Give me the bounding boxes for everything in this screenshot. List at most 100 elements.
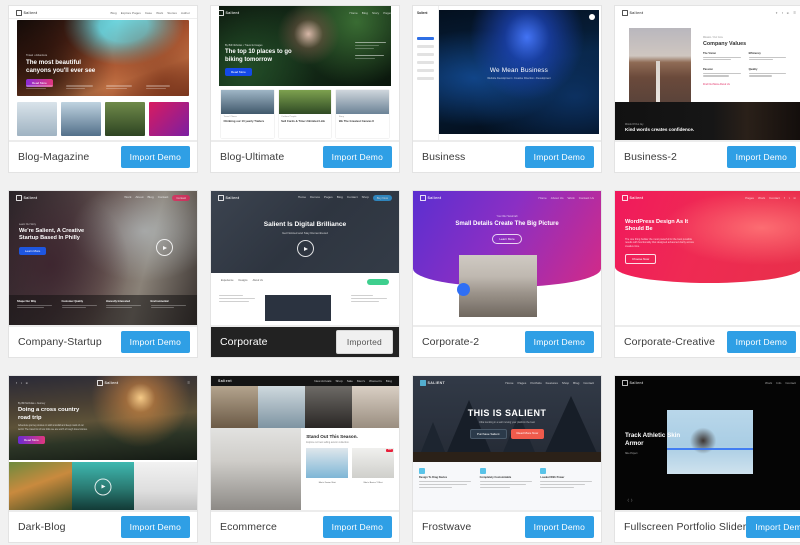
preview-headline: We Mean Business [489, 67, 549, 75]
demo-title: Fullscreen Portfolio Slider [624, 521, 747, 533]
preview-subhead: Adventure journey stories on wild snowfa… [18, 425, 88, 431]
demo-card[interactable]: Salient New Arrivals Shop Sale Men's Women… [210, 375, 400, 543]
demo-thumbnail: Salient We Mean Business Website Develop… [413, 6, 601, 141]
preview-eyebrow: Your We Handcraft [496, 215, 518, 218]
preview-link: Find Out More About Us [703, 83, 730, 87]
demo-thumbnail: f t in Salient ☰ By Bill Nicholas • Journe… [9, 376, 197, 511]
preview-menu: Home About Us Work Contact Us [538, 195, 594, 200]
demo-card-footer: Corporate-Creative Import Demo [615, 326, 800, 357]
preview-menu: Work Info Contact [764, 380, 796, 385]
slider-controls[interactable]: ❮ ❯ [627, 498, 633, 502]
preview-cta: Read More [225, 68, 252, 76]
preview-nav-cta: Contact [172, 194, 190, 201]
demo-card[interactable]: Salient Work Info Contact Track Athletic … [614, 375, 800, 543]
preview-cta: Choose Now [625, 253, 657, 264]
demo-thumbnail: Salient Home Demos Pages Blog Contact Shop … [211, 191, 399, 326]
import-demo-button[interactable]: Import Demo [746, 516, 800, 538]
demo-title: Corporate-Creative [624, 336, 716, 348]
preview-headline: The most beautiful canyons you'll ever s… [26, 59, 96, 74]
demo-card[interactable]: Salient Pages Work Contact f t in WordPress … [614, 190, 800, 358]
demo-thumbnail: Salient Home About Us Work Contact Us Your… [413, 191, 601, 326]
import-demo-button[interactable]: Import Demo [322, 146, 392, 168]
play-icon[interactable] [457, 283, 470, 296]
social-icons: f t in [16, 380, 29, 385]
demo-card-footer: Business-2 Import Demo [615, 141, 800, 172]
import-demo-button[interactable]: Import Demo [524, 516, 594, 538]
preview-eyebrow: Travel • Adventure [26, 54, 48, 57]
preview-subhead: Ultra trending in a well moving your pla… [479, 421, 535, 424]
preview-feature-title: Loaded With Power [540, 476, 565, 479]
demo-card[interactable]: Salient Home About Us Work Contact Us Your… [412, 190, 602, 358]
demo-title: Corporate-2 [422, 336, 480, 348]
preview-eyebrow: Nike Project [625, 452, 638, 455]
preview-headline: Doing a cross country road trip [18, 407, 80, 421]
preview-card-kicker: Outdoor People [281, 116, 297, 118]
preview-menu: Pages Work Contact f t in [745, 195, 796, 200]
demo-thumbnail: Salient Home Blog Story Pages By Bill Nich… [211, 6, 399, 141]
close-icon[interactable] [589, 14, 595, 20]
demo-thumbnail: Salient ✦ f in ☰ Mission / Our Core Company… [615, 6, 800, 141]
demo-card[interactable]: Salient We Mean Business Website Develop… [412, 5, 602, 173]
preview-headline: THIS IS SALIENT [467, 408, 547, 418]
demo-card[interactable]: Salient Blog Explore Pages Case Work Stori… [8, 5, 198, 173]
preview-eyebrow: By Bill Nicholas • Journey [18, 402, 46, 405]
import-demo-button[interactable]: Import Demo [120, 146, 190, 168]
import-demo-button[interactable]: Import Demo [120, 331, 190, 353]
demo-card[interactable]: SALIENT Home Pages Portfolio Features Shop… [412, 375, 602, 543]
preview-feature-title: Design To Drag Device [419, 476, 448, 479]
preview-card-title: Climbing our 10 yearly Trailers [223, 119, 265, 123]
preview-headline: The top 10 places to go biking tomorrow [225, 49, 292, 63]
preview-subhead: Explore our best selling autumn collecti… [306, 441, 350, 444]
demo-card[interactable]: Salient Home Blog Story Pages By Bill Nich… [210, 5, 400, 173]
demo-card-footer: Ecommerce Import Demo [211, 511, 399, 542]
demo-card-footer: Company-Startup Import Demo [9, 326, 197, 357]
preview-menu: Blog Explore Pages Case Work Stories Author [110, 10, 191, 15]
preview-column-title: Passion [703, 68, 713, 72]
preview-feature: Shape Our Way [17, 300, 37, 303]
preview-headline: Small Details Create The Big Picture [455, 221, 559, 227]
preview-eyebrow: Learn Our Story [19, 223, 37, 226]
preview-logo: Salient [16, 9, 37, 16]
play-icon[interactable] [296, 240, 314, 257]
preview-column-title: Quality [748, 68, 758, 72]
demo-thumbnail: Salient Work Info Contact Track Athletic … [615, 376, 800, 511]
preview-menu: Work About Blog Contact Contact [124, 194, 190, 201]
import-demo-button[interactable]: Import Demo [524, 146, 594, 168]
preview-headline: Stand Out This Season. [306, 434, 358, 439]
demo-card[interactable]: Salient ✦ f in ☰ Mission / Our Core Company… [614, 5, 800, 173]
preview-cta-secondary: Read More Now [510, 429, 545, 439]
import-demo-button[interactable]: Import Demo [524, 331, 594, 353]
preview-feature-title: Completely Customizable [479, 476, 512, 479]
preview-cta: Read More [18, 435, 45, 444]
play-icon[interactable] [156, 239, 173, 256]
import-demo-button[interactable]: Import Demo [726, 331, 796, 353]
preview-menu: Home Demos Pages Blog Contact Shop Buy Now [298, 194, 392, 201]
demo-card-footer: Business Import Demo [413, 141, 601, 172]
demo-title: Blog-Ultimate [220, 151, 285, 163]
demo-card[interactable]: Salient Work About Blog Contact Contact Le… [8, 190, 198, 358]
play-icon[interactable] [94, 478, 112, 496]
preview-subhead: Get Noticed and Stay Remembered [282, 231, 328, 235]
preview-subhead: Website Development • Creative Direction… [487, 77, 551, 81]
preview-cta-primary: Purchase Salient [469, 429, 507, 439]
import-demo-button[interactable]: Import Demo [726, 146, 796, 168]
preview-pill [367, 279, 389, 285]
preview-logo: Salient [218, 194, 239, 201]
demo-card-footer: Blog-Magazine Import Demo [9, 141, 197, 172]
preview-feature: Honestly Interested [106, 300, 131, 303]
demo-card[interactable]: Salient Home Demos Pages Blog Contact Shop … [210, 190, 400, 358]
preview-cta: Learn More [19, 246, 47, 255]
preview-card-title: Sell Cards & Time Unlimited Link [281, 119, 325, 123]
imported-button[interactable]: Imported [335, 330, 393, 354]
preview-tab: About Us [252, 279, 263, 282]
demo-thumbnail: Salient Pages Work Contact f t in WordPress … [615, 191, 800, 326]
demo-title: Dark-Blog [18, 521, 66, 533]
import-demo-button[interactable]: Import Demo [120, 516, 190, 538]
preview-card-kicker: Travel / News [223, 116, 237, 118]
import-demo-button[interactable]: Import Demo [322, 516, 392, 538]
demo-card-footer: Corporate Imported [211, 326, 399, 357]
demo-card-footer: Fullscreen Portfolio Slider Import Demo [615, 511, 800, 542]
preview-menu: New Arrivals Shop Sale Men's Women's Blog [314, 379, 392, 383]
demo-card[interactable]: f t in Salient ☰ By Bill Nicholas • Journe… [8, 375, 198, 543]
demo-card-footer: Frostwave Import Demo [413, 511, 601, 542]
